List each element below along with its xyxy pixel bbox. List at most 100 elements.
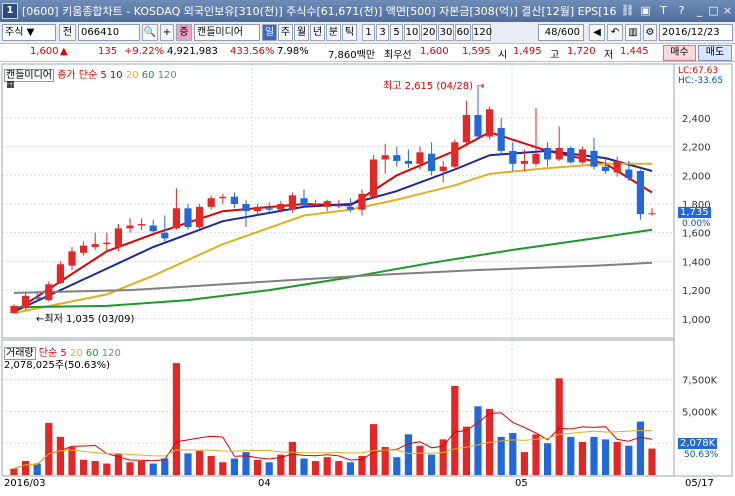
minute-button[interactable]: 5 [390, 24, 403, 41]
candle-down [393, 155, 401, 161]
period-button[interactable]: 분 [326, 24, 341, 41]
x-label-1: 04 [258, 478, 271, 489]
volume-bar-up [56, 436, 64, 475]
candle-up [486, 109, 494, 137]
candle-up [288, 195, 296, 210]
minute-button[interactable]: 10 [404, 24, 420, 41]
price-tick-label: 2,400 [682, 114, 711, 125]
ruler-icon[interactable]: ▥ [625, 24, 641, 41]
market-select[interactable]: 주식 ▼ [2, 24, 56, 41]
help-icon[interactable]: ? [674, 3, 689, 18]
volume-bar-down [346, 462, 354, 475]
volume-bar-up [613, 441, 621, 475]
maximize-icon[interactable]: □ [706, 3, 721, 18]
candle-up [416, 152, 424, 164]
minute-button[interactable]: 120 [472, 24, 492, 41]
all-button[interactable]: 전 [59, 24, 76, 41]
minute-button[interactable]: 20 [421, 24, 437, 41]
period-button[interactable]: 주 [278, 24, 293, 41]
volume-bar-up [91, 461, 99, 475]
date-input[interactable]: 2016/12/23 [659, 24, 733, 41]
candle-up [451, 142, 459, 167]
minute-button[interactable]: 3 [376, 24, 389, 41]
chart-type-select[interactable]: 캔들미디어 [194, 24, 260, 41]
volume-bar-down [544, 443, 552, 475]
window-title: [0600] 키움종합차트 - KOSDAQ 외국인보유[310(천)] 주식수… [22, 5, 617, 18]
legend-ma10: 10 [109, 70, 123, 81]
prev-icon[interactable]: ◀ [589, 24, 605, 41]
volume-tick-label: 5,000K [682, 407, 718, 418]
volume-bar-up [10, 468, 18, 475]
turnover-rate: 7.98% [277, 46, 309, 57]
last-volume-pct: 50.63% [684, 450, 719, 460]
count-max: /600 [557, 27, 580, 38]
undo-icon[interactable]: ↶ [607, 24, 623, 41]
sell-button[interactable]: 매도 [698, 45, 732, 61]
price-change: 135 [98, 46, 118, 57]
price-tick-label: 1,600 [682, 229, 711, 240]
grid-icon[interactable]: ▦ [6, 80, 15, 90]
candle-up [439, 166, 447, 171]
candle-down [161, 232, 169, 239]
volume-bar-down [567, 436, 575, 475]
volume-bar-up [172, 363, 180, 475]
minute-button[interactable]: 30 [438, 24, 454, 41]
high-label: 고 [550, 50, 560, 61]
add-icon[interactable]: + [160, 24, 174, 41]
volume-bar-up [219, 462, 227, 475]
current-price: 1,600 [30, 46, 59, 57]
screen-icon[interactable]: ▣ [638, 3, 653, 18]
minute-button[interactable]: 1 [362, 24, 375, 41]
volume-bar-up [138, 461, 146, 475]
period-button[interactable]: 월 [294, 24, 309, 41]
max-price-label: 최고 2,615 (04/28) → [383, 81, 485, 92]
min-price-label: ←최저 1,035 (03/09) [36, 314, 135, 325]
volume-bar-down [161, 458, 169, 475]
volume-bar-down [474, 406, 482, 475]
volume-bar-up [126, 462, 134, 475]
candle-up [312, 203, 320, 206]
search-icon[interactable]: 🔍 [142, 24, 158, 41]
period-button[interactable]: 일 [262, 24, 277, 41]
close-icon[interactable]: × [720, 3, 735, 18]
window-title-bar: 1 [0600] 키움종합차트 - KOSDAQ 외국인보유[310(천)] 주… [0, 0, 735, 22]
volume-bar-up [207, 455, 215, 475]
candle-up [578, 149, 586, 163]
volume-bar-up [103, 463, 111, 475]
price-change-pct: +9.22% [124, 46, 165, 57]
candle-down [590, 150, 598, 167]
candle-up [613, 160, 621, 173]
chart-type-badge[interactable]: 증 [176, 24, 192, 41]
candle-down [428, 153, 436, 171]
minute-button[interactable]: 60 [455, 24, 471, 41]
volume-bar-up [68, 447, 76, 475]
candle-up [462, 115, 470, 143]
volume-bar-up [358, 455, 366, 475]
volume-bar-up [288, 441, 296, 475]
volume-bar-down [590, 436, 598, 475]
count-input[interactable]: 48/600 [538, 24, 584, 41]
volume-bar-down [428, 454, 436, 475]
period-button[interactable]: 년 [310, 24, 325, 41]
volume-bar-down [602, 439, 610, 475]
code-input[interactable]: 066410 [78, 24, 140, 41]
minimize-icon[interactable]: _ [692, 3, 707, 18]
volume-bar-up [312, 461, 320, 475]
settings-icon[interactable]: ⚙ [643, 24, 657, 41]
candle-up [138, 224, 146, 226]
link-icon[interactable]: ⛓ [620, 3, 635, 18]
volume-bar-up [335, 461, 343, 475]
buy-button[interactable]: 매수 [663, 45, 696, 61]
volume-bar-down [509, 433, 517, 475]
x-label-3: 05/17 [685, 478, 714, 489]
candle-down [636, 170, 644, 215]
period-button[interactable]: 틱 [342, 24, 357, 41]
count-value: 48 [544, 27, 558, 38]
price-tick-label: 2,000 [682, 171, 711, 182]
text-icon[interactable]: T [656, 3, 671, 18]
volume-bar-up [22, 461, 30, 475]
stock-chart[interactable]: 1,0001,2001,4001,6001,8002,0002,2002,400… [0, 62, 735, 496]
volume-bar-down [625, 445, 633, 475]
candle-up [254, 206, 262, 212]
candle-down [509, 150, 517, 164]
